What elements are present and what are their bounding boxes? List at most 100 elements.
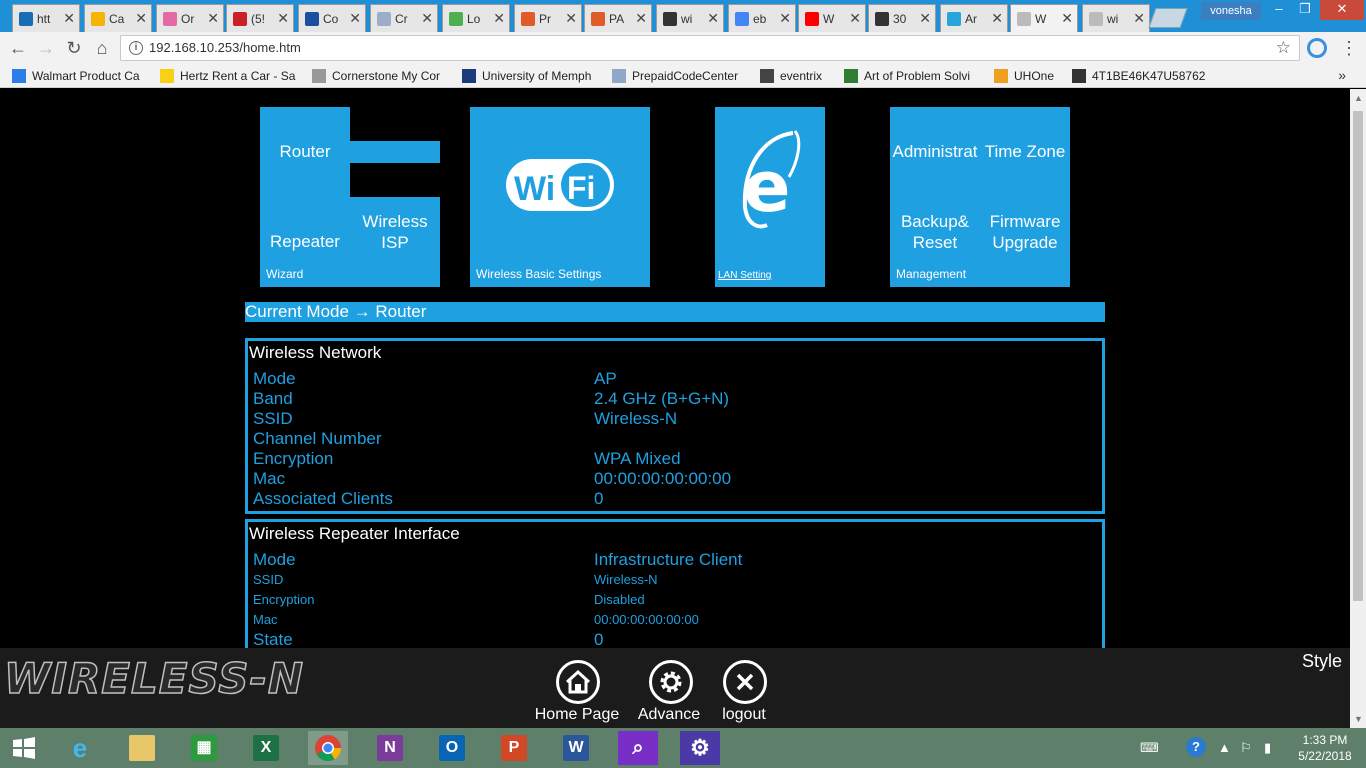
search-icon: ⌕: [632, 737, 644, 759]
forward-icon[interactable]: →: [34, 36, 58, 60]
browser-tab[interactable]: W ✕: [798, 4, 866, 32]
tab-title: Pr: [539, 11, 551, 26]
extension-icon[interactable]: [1307, 38, 1327, 58]
close-window-icon[interactable]: ✕: [1320, 0, 1364, 20]
browser-tab[interactable]: Pr ✕: [514, 4, 582, 32]
close-tab-icon[interactable]: ✕: [1133, 10, 1145, 27]
home-page-label[interactable]: Home Page: [527, 706, 627, 724]
restore-icon[interactable]: ❐: [1292, 0, 1318, 20]
start-button[interactable]: [4, 731, 44, 765]
store-button[interactable]: ▦: [184, 731, 224, 765]
browser-tab[interactable]: Cr ✕: [370, 4, 438, 32]
onenote-button[interactable]: N: [370, 731, 410, 765]
keyboard-icon[interactable]: ⌨: [1140, 740, 1159, 756]
browser-tab[interactable]: 30 ✕: [868, 4, 936, 32]
backup-reset-link[interactable]: Backup& Reset: [894, 211, 976, 253]
settings-button[interactable]: ⚙: [680, 731, 720, 765]
network-icon[interactable]: ⚐: [1240, 740, 1252, 756]
close-tab-icon[interactable]: ✕: [207, 10, 219, 27]
close-tab-icon[interactable]: ✕: [707, 10, 719, 27]
internet-explorer-button[interactable]: e: [60, 731, 100, 765]
scroll-up-icon[interactable]: ▲: [1354, 93, 1363, 103]
tab-favicon-icon: [377, 11, 391, 26]
close-tab-icon[interactable]: ✕: [635, 10, 647, 27]
close-tab-icon[interactable]: ✕: [779, 10, 791, 27]
logout-button[interactable]: [723, 660, 767, 704]
browser-tab[interactable]: wi ✕: [656, 4, 724, 32]
lan-setting-link[interactable]: LAN Setting: [718, 270, 771, 281]
info-icon[interactable]: i: [129, 41, 143, 55]
bookmark-item[interactable]: Walmart Product Ca: [12, 68, 148, 84]
browser-tab[interactable]: PA ✕: [584, 4, 652, 32]
browser-tab[interactable]: wi ✕: [1082, 4, 1150, 32]
search-button[interactable]: ⌕: [618, 731, 658, 765]
logout-label[interactable]: logout: [694, 706, 794, 724]
home-page-button[interactable]: [556, 660, 600, 704]
bookmark-item[interactable]: UHOne: [994, 68, 1062, 84]
close-tab-icon[interactable]: ✕: [565, 10, 577, 27]
address-bar[interactable]: i 192.168.10.253/home.htm ☆: [120, 35, 1300, 61]
profile-name[interactable]: vonesha: [1201, 2, 1261, 20]
bookmark-item[interactable]: 4T1BE46K47U58762: [1072, 68, 1210, 84]
close-tab-icon[interactable]: ✕: [63, 10, 75, 27]
close-tab-icon[interactable]: ✕: [421, 10, 433, 27]
bookmark-item[interactable]: Art of Problem Solvi: [844, 68, 980, 84]
menu-icon[interactable]: ⋮: [1340, 38, 1358, 58]
lan-setting-tile[interactable]: e LAN Setting: [715, 107, 825, 287]
close-tab-icon[interactable]: ✕: [919, 10, 931, 27]
close-tab-icon[interactable]: ✕: [349, 10, 361, 27]
close-tab-icon[interactable]: ✕: [1061, 10, 1073, 27]
bookmark-star-icon[interactable]: ☆: [1276, 38, 1291, 58]
close-tab-icon[interactable]: ✕: [277, 10, 289, 27]
time-zone-link[interactable]: Time Zone: [980, 141, 1070, 162]
browser-tab-active[interactable]: W ✕: [1010, 4, 1078, 32]
browser-tab[interactable]: htt ✕: [12, 4, 80, 32]
help-icon[interactable]: ?: [1186, 737, 1206, 757]
tab-favicon-icon: [163, 11, 177, 26]
close-tab-icon[interactable]: ✕: [991, 10, 1003, 27]
more-bookmarks-icon[interactable]: »: [1338, 67, 1346, 83]
close-tab-icon[interactable]: ✕: [135, 10, 147, 27]
bookmark-item[interactable]: Cornerstone My Cor: [312, 68, 448, 84]
firmware-upgrade-link[interactable]: Firmware Upgrade: [984, 211, 1066, 253]
show-hidden-icons-icon[interactable]: ▲: [1218, 740, 1231, 755]
browser-tab[interactable]: eb ✕: [728, 4, 796, 32]
wisp-wizard-link[interactable]: Wireless ISP: [358, 211, 432, 253]
close-tab-icon[interactable]: ✕: [849, 10, 861, 27]
outlook-button[interactable]: O: [432, 731, 472, 765]
word-button[interactable]: W: [556, 731, 596, 765]
reload-icon[interactable]: ↻: [62, 36, 86, 60]
style-button[interactable]: Style: [1302, 651, 1342, 672]
url-text[interactable]: 192.168.10.253/home.htm: [149, 40, 301, 55]
home-icon[interactable]: ⌂: [90, 36, 114, 60]
minimize-icon[interactable]: –: [1266, 0, 1292, 20]
chrome-button[interactable]: [308, 731, 348, 765]
back-icon[interactable]: ←: [6, 36, 30, 60]
administration-link[interactable]: Administrat: [890, 141, 980, 162]
scrollbar-thumb[interactable]: [1353, 111, 1363, 601]
repeater-wizard-link[interactable]: Repeater: [260, 231, 350, 252]
advance-button[interactable]: [649, 660, 693, 704]
router-wizard-link[interactable]: Router: [260, 141, 350, 162]
signal-icon[interactable]: ▮: [1264, 740, 1271, 756]
bookmark-item[interactable]: PrepaidCodeCenter: [612, 68, 748, 84]
bookmark-item[interactable]: University of Memph: [462, 68, 598, 84]
excel-button[interactable]: X: [246, 731, 286, 765]
browser-tab[interactable]: Ar ✕: [940, 4, 1008, 32]
browser-tab[interactable]: Or ✕: [156, 4, 224, 32]
wireless-basic-settings-tile[interactable]: Wi Fi Wireless Basic Settings: [470, 107, 650, 287]
browser-tab[interactable]: Ca ✕: [84, 4, 152, 32]
bookmark-item[interactable]: eventrix: [760, 68, 834, 84]
system-clock[interactable]: 1:33 PM 5/22/2018: [1292, 732, 1358, 764]
bookmark-item[interactable]: Hertz Rent a Car - Sa: [160, 68, 300, 84]
browser-tab[interactable]: Lo ✕: [442, 4, 510, 32]
close-tab-icon[interactable]: ✕: [493, 10, 505, 27]
file-explorer-button[interactable]: [122, 731, 162, 765]
row-value: Infrastructure Client: [594, 550, 743, 569]
new-tab-button[interactable]: [1148, 8, 1188, 28]
browser-tab[interactable]: (5! ✕: [226, 4, 294, 32]
page-scrollbar[interactable]: ▲ ▼: [1350, 89, 1366, 728]
powerpoint-button[interactable]: P: [494, 731, 534, 765]
scroll-down-icon[interactable]: ▼: [1354, 714, 1363, 724]
browser-tab[interactable]: Co ✕: [298, 4, 366, 32]
